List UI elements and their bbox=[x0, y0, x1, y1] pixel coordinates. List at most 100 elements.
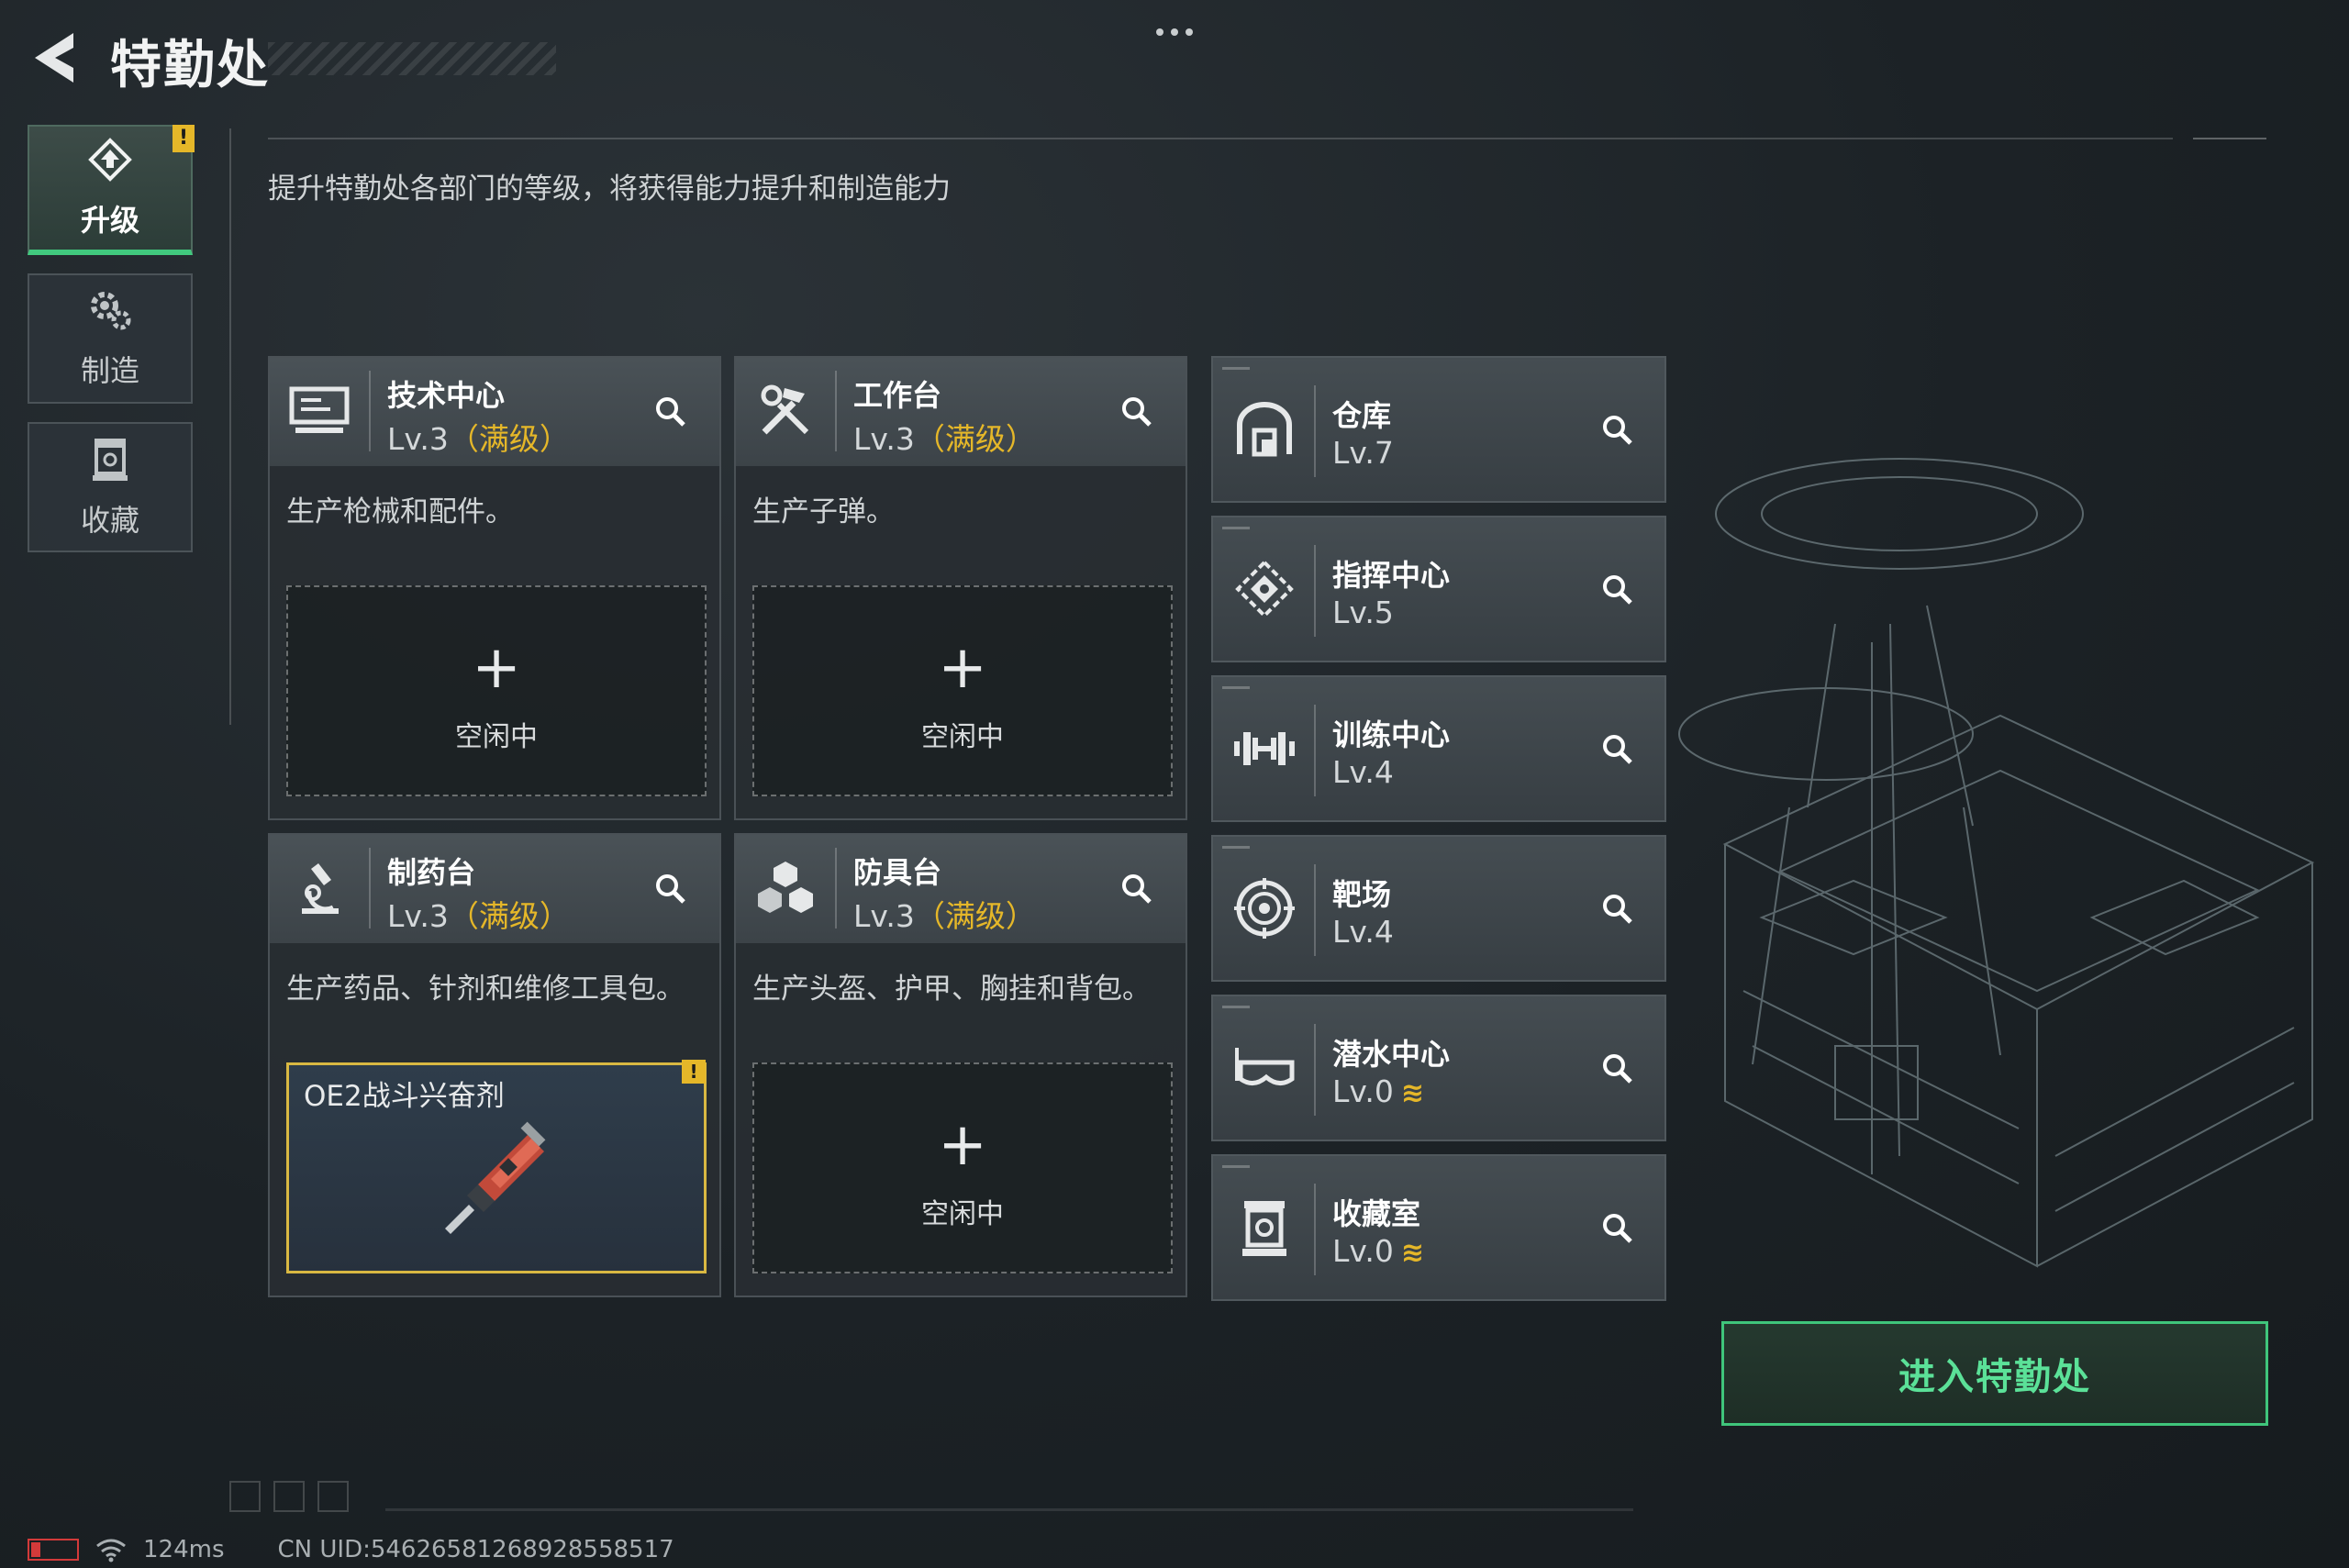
slot-status: 空闲中 bbox=[921, 1198, 1004, 1230]
bottom-decoration bbox=[229, 1481, 349, 1512]
tab-craft-label: 制造 bbox=[80, 353, 139, 388]
craft-slot-empty[interactable]: + 空闲中 bbox=[752, 1062, 1173, 1273]
slot-status: 空闲中 bbox=[455, 721, 538, 753]
search-button[interactable] bbox=[648, 866, 694, 912]
facility-name: 收藏室 bbox=[1332, 1196, 1421, 1231]
dept-description: 生产枪械和配件。 bbox=[286, 495, 514, 528]
bottom-divider bbox=[385, 1508, 1633, 1511]
search-button[interactable] bbox=[1114, 389, 1160, 435]
dept-card-workbench[interactable]: 工作台 Lv.3（满级） 生产子弹。 + 空闲中 bbox=[734, 356, 1187, 820]
search-icon bbox=[1122, 874, 1152, 904]
collection-icon bbox=[89, 435, 131, 492]
maxed-label: （满级） bbox=[448, 421, 570, 457]
search-button[interactable] bbox=[1595, 1206, 1641, 1251]
monitor-icon bbox=[283, 374, 356, 448]
search-button[interactable] bbox=[1595, 727, 1641, 773]
search-icon bbox=[656, 397, 685, 427]
back-arrow-icon bbox=[35, 33, 73, 83]
card-header: 制药台 Lv.3（满级） bbox=[270, 835, 719, 943]
status-bar: 124ms CN UID:5462658126892855851​7 bbox=[28, 1534, 674, 1565]
battery-icon bbox=[28, 1539, 79, 1561]
facility-name: 训练中心 bbox=[1332, 717, 1451, 752]
wifi-icon bbox=[96, 1539, 126, 1562]
tab-upgrade-label: 升级 bbox=[80, 203, 139, 238]
top-divider-accent bbox=[2193, 138, 2266, 139]
dept-description: 生产药品、针剂和维修工具包。 bbox=[286, 973, 685, 1006]
facility-name: 潜水中心 bbox=[1332, 1037, 1451, 1072]
upgrade-icon bbox=[85, 137, 135, 192]
warning-badge: ! bbox=[173, 125, 195, 152]
tab-upgrade[interactable]: ! 升级 bbox=[28, 125, 195, 255]
dumbbell-icon bbox=[1226, 710, 1303, 787]
gear-icon bbox=[86, 287, 134, 342]
facility-card-diving-center[interactable]: 潜水中心 Lv.0 ≋ bbox=[1211, 995, 1666, 1141]
target-icon bbox=[1226, 870, 1303, 947]
facility-card-command-center[interactable]: 指挥中心 Lv.5 bbox=[1211, 516, 1666, 662]
title-decoration bbox=[268, 42, 556, 75]
facility-level: Lv.4 bbox=[1332, 914, 1394, 950]
facility-level: Lv.7 bbox=[1332, 435, 1394, 471]
facility-level: Lv.0 ≋ bbox=[1332, 1073, 1424, 1109]
craft-slot-empty[interactable]: + 空闲中 bbox=[752, 585, 1173, 796]
dept-level: Lv.3（满级） bbox=[387, 898, 570, 934]
tab-collection[interactable]: 收藏 bbox=[28, 422, 193, 552]
search-icon bbox=[1603, 1054, 1632, 1084]
dept-name: 防具台 bbox=[853, 855, 942, 890]
search-button[interactable] bbox=[1595, 407, 1641, 453]
microscope-icon bbox=[283, 851, 356, 925]
ping-text: 124ms bbox=[143, 1536, 225, 1563]
facility-card-training-center[interactable]: 训练中心 Lv.4 bbox=[1211, 675, 1666, 822]
facility-name: 靶场 bbox=[1332, 877, 1392, 912]
search-icon bbox=[1603, 735, 1632, 764]
facility-card-warehouse[interactable]: 仓库 Lv.7 bbox=[1211, 356, 1666, 503]
search-button[interactable] bbox=[648, 389, 694, 435]
card-header: 技术中心 Lv.3（满级） bbox=[270, 358, 719, 466]
warehouse-icon bbox=[1226, 391, 1303, 468]
maxed-label: （满级） bbox=[914, 421, 1036, 457]
facility-name: 指挥中心 bbox=[1332, 558, 1451, 593]
dept-name: 技术中心 bbox=[387, 378, 506, 413]
collection-room-icon bbox=[1226, 1189, 1303, 1266]
enter-special-ops-button[interactable]: 进入特勤处 bbox=[1721, 1321, 2268, 1426]
back-button[interactable] bbox=[26, 28, 81, 88]
dept-level: Lv.3（满级） bbox=[853, 421, 1036, 457]
search-icon bbox=[1122, 397, 1152, 427]
slot-status: 空闲中 bbox=[921, 721, 1004, 753]
warning-badge: ! bbox=[682, 1060, 706, 1084]
dept-card-pharmacy[interactable]: 制药台 Lv.3（满级） 生产药品、针剂和维修工具包。 OE2战斗兴奋剂 ! bbox=[268, 833, 721, 1297]
more-options-button[interactable] bbox=[1149, 22, 1200, 42]
dept-description: 生产头盔、护甲、胸挂和背包。 bbox=[752, 973, 1151, 1006]
maxed-label: （满级） bbox=[448, 898, 570, 934]
sidebar-divider bbox=[229, 128, 231, 725]
facility-name: 仓库 bbox=[1332, 398, 1392, 433]
dept-card-tech-center[interactable]: 技术中心 Lv.3（满级） 生产枪械和配件。 + 空闲中 bbox=[268, 356, 721, 820]
tab-collection-label: 收藏 bbox=[80, 503, 139, 538]
dept-level: Lv.3（满级） bbox=[387, 421, 570, 457]
top-divider bbox=[268, 138, 2173, 139]
dept-card-armor-bench[interactable]: 防具台 Lv.3（满级） 生产头盔、护甲、胸挂和背包。 + 空闲中 bbox=[734, 833, 1187, 1297]
craft-slot-active[interactable]: OE2战斗兴奋剂 ! bbox=[286, 1060, 707, 1273]
facility-card-shooting-range[interactable]: 靶场 Lv.4 bbox=[1211, 835, 1666, 982]
add-icon: + bbox=[472, 634, 521, 702]
add-icon: + bbox=[938, 634, 987, 702]
search-button[interactable] bbox=[1114, 866, 1160, 912]
stimulant-injector-icon bbox=[445, 1121, 546, 1234]
upgrade-available-icon: ≋ bbox=[1400, 1077, 1424, 1109]
search-button[interactable] bbox=[1595, 567, 1641, 613]
diving-mask-icon bbox=[1226, 1029, 1303, 1106]
page-title: 特勤处 bbox=[110, 36, 270, 95]
facility-card-collection-room[interactable]: 收藏室 Lv.0 ≋ bbox=[1211, 1154, 1666, 1301]
facility-level: Lv.4 bbox=[1332, 754, 1394, 790]
search-button[interactable] bbox=[1595, 886, 1641, 932]
upgrade-available-icon: ≋ bbox=[1400, 1237, 1424, 1269]
dept-level: Lv.3（满级） bbox=[853, 898, 1036, 934]
tab-craft[interactable]: 制造 bbox=[28, 273, 193, 404]
hammer-wrench-icon bbox=[749, 374, 822, 448]
search-icon bbox=[1603, 416, 1632, 445]
craft-slot-empty[interactable]: + 空闲中 bbox=[286, 585, 707, 796]
search-button[interactable] bbox=[1595, 1046, 1641, 1092]
facility-schematic bbox=[1678, 458, 2315, 1268]
section-description: 提升特勤处各部门的等级，将获得能力提升和制造能力 bbox=[268, 172, 951, 206]
search-icon bbox=[656, 874, 685, 904]
card-header: 防具台 Lv.3（满级） bbox=[736, 835, 1186, 943]
